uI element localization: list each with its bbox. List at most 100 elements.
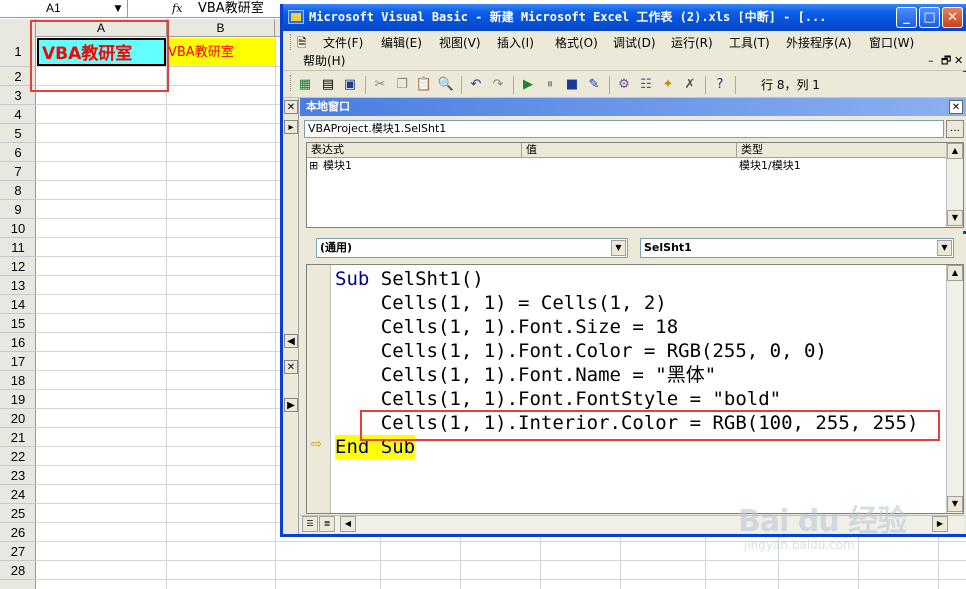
run-icon[interactable]: ▶ [519, 76, 537, 94]
row-header-16[interactable]: 16 [0, 333, 36, 352]
row-header-11[interactable]: 11 [0, 238, 36, 257]
scroll-down-icon[interactable]: ▼ [947, 210, 963, 226]
scroll-up-icon[interactable]: ▲ [947, 143, 963, 159]
row-header-8[interactable]: 8 [0, 181, 36, 200]
row-header-4[interactable]: 4 [0, 105, 36, 124]
minimize-button[interactable]: _ [896, 7, 917, 28]
left-pane-arrow-icon[interactable]: ▸ [284, 120, 298, 134]
cell-b1[interactable]: VBA教研室 [167, 38, 275, 66]
menu-window[interactable]: 窗口(W) [869, 34, 914, 52]
paste-icon[interactable]: 📋 [415, 76, 433, 94]
menu-tools[interactable]: 工具(T) [729, 34, 770, 52]
code-line-4[interactable]: Cells(1, 1).Font.Color = RGB(255, 0, 0) [335, 339, 827, 363]
menu-edit[interactable]: 编辑(E) [381, 34, 422, 52]
left-pane-close-icon[interactable]: ✕ [284, 100, 298, 114]
menu-help[interactable]: 帮助(H) [303, 52, 345, 70]
menu-doc-icon[interactable]: 🗎 [297, 34, 311, 52]
locals-titlebar[interactable]: 本地窗口 ✕ [300, 98, 966, 116]
mdi-restore-button[interactable]: 🗗 [941, 52, 951, 70]
procedure-combo[interactable]: SelSht1 ▼ [640, 238, 954, 258]
row-header-25[interactable]: 25 [0, 504, 36, 523]
locals-header-expression[interactable]: 表达式 [307, 143, 522, 158]
find-icon[interactable]: 🔍 [437, 76, 455, 94]
row-header-6[interactable]: 6 [0, 143, 36, 162]
properties-icon[interactable]: ☷ [637, 76, 655, 94]
name-box[interactable]: A1 [0, 0, 128, 18]
row-header-5[interactable]: 5 [0, 124, 36, 143]
menu-format[interactable]: 格式(O) [555, 34, 598, 52]
left-pane-scroll-left-icon[interactable]: ◀ [284, 334, 298, 348]
name-box-dropdown-icon[interactable]: ▼ [110, 0, 126, 18]
object-combo[interactable]: (通用) ▼ [316, 238, 628, 258]
menu-addins[interactable]: 外接程序(A) [786, 34, 852, 52]
locals-header-value[interactable]: 值 [522, 143, 737, 158]
mdi-close-button[interactable]: ✕ [954, 52, 963, 70]
row-header-12[interactable]: 12 [0, 257, 36, 276]
scroll-left-icon[interactable]: ◀ [340, 516, 356, 532]
insert-module-icon[interactable]: ▤ [319, 76, 337, 94]
row-header-20[interactable]: 20 [0, 409, 36, 428]
save-icon[interactable]: ▣ [341, 76, 359, 94]
scroll-up-icon[interactable]: ▲ [947, 265, 963, 281]
locals-row-expression[interactable]: 模块1 [323, 159, 352, 173]
locals-scrollbar[interactable]: ▲ ▼ [946, 143, 963, 227]
menu-run[interactable]: 运行(R) [671, 34, 713, 52]
mdi-minimize-button[interactable]: – [928, 52, 934, 70]
row-header-28[interactable]: 28 [0, 561, 36, 580]
left-pane-close2-icon[interactable]: ✕ [284, 360, 298, 374]
redo-icon[interactable]: ↷ [489, 76, 507, 94]
chevron-down-icon[interactable]: ▼ [611, 240, 626, 256]
row-header-22[interactable]: 22 [0, 447, 36, 466]
procedure-view-icon[interactable]: ☰ [302, 516, 318, 532]
row-header-18[interactable]: 18 [0, 371, 36, 390]
formula-input[interactable]: VBA教研室 [198, 0, 264, 17]
row-header-14[interactable]: 14 [0, 295, 36, 314]
menu-insert[interactable]: 插入(I) [497, 34, 534, 52]
row-header-26[interactable]: 26 [0, 523, 36, 542]
row-header-10[interactable]: 10 [0, 219, 36, 238]
locals-header-type[interactable]: 类型 [737, 143, 947, 158]
menu-file[interactable]: 文件(F) [323, 34, 363, 52]
project-explorer-icon[interactable]: ⚙ [615, 76, 633, 94]
menu-view[interactable]: 视图(V) [439, 34, 481, 52]
row-header-19[interactable]: 19 [0, 390, 36, 409]
locals-expand-icon[interactable]: ⊞ [309, 159, 318, 173]
left-pane-scroll-right-icon[interactable]: ▶ [284, 398, 298, 412]
row-header-17[interactable]: 17 [0, 352, 36, 371]
code-vertical-scrollbar[interactable]: ▲ ▼ [946, 265, 963, 513]
design-mode-icon[interactable]: ✎ [585, 76, 603, 94]
row-header-15[interactable]: 15 [0, 314, 36, 333]
toolbox-icon[interactable]: ✗ [681, 76, 699, 94]
undo-icon[interactable]: ↶ [467, 76, 485, 94]
copy-icon[interactable]: ❐ [393, 76, 411, 94]
cut-icon[interactable]: ✂ [371, 76, 389, 94]
row-header-27[interactable]: 27 [0, 542, 36, 561]
close-button[interactable]: ✕ [942, 7, 963, 28]
object-browser-icon[interactable]: ✦ [659, 76, 677, 94]
vba-app-icon[interactable] [288, 10, 304, 24]
chevron-down-icon[interactable]: ▼ [937, 240, 952, 256]
code-line-1[interactable]: Sub SelSht1() [335, 267, 484, 291]
code-margin-indicator-bar[interactable]: ⇨ [307, 265, 331, 513]
code-line-2[interactable]: Cells(1, 1) = Cells(1, 2) [335, 291, 667, 315]
maximize-button[interactable]: □ [919, 7, 940, 28]
locals-close-icon[interactable]: ✕ [949, 100, 963, 114]
help-icon[interactable]: ? [711, 76, 729, 94]
menu-debug[interactable]: 调试(D) [613, 34, 656, 52]
row-header-21[interactable]: 21 [0, 428, 36, 447]
row-header-13[interactable]: 13 [0, 276, 36, 295]
vba-titlebar[interactable]: Microsoft Visual Basic - 新建 Microsoft Ex… [283, 4, 966, 31]
locals-context-button[interactable]: … [946, 120, 964, 138]
row-header-23[interactable]: 23 [0, 466, 36, 485]
break-icon[interactable]: ⏸ [541, 76, 559, 94]
code-line-3[interactable]: Cells(1, 1).Font.Size = 18 [335, 315, 678, 339]
code-line-5[interactable]: Cells(1, 1).Font.Name = "黑体" [335, 363, 716, 387]
fx-icon[interactable]: fx [172, 0, 182, 17]
row-header-24[interactable]: 24 [0, 485, 36, 504]
row-header-7[interactable]: 7 [0, 162, 36, 181]
row-header-9[interactable]: 9 [0, 200, 36, 219]
excel-icon[interactable]: ▦ [296, 76, 314, 94]
code-line-6[interactable]: Cells(1, 1).Font.FontStyle = "bold" [335, 387, 781, 411]
column-header-b[interactable]: B [167, 19, 275, 37]
reset-icon[interactable]: ■ [563, 76, 581, 94]
